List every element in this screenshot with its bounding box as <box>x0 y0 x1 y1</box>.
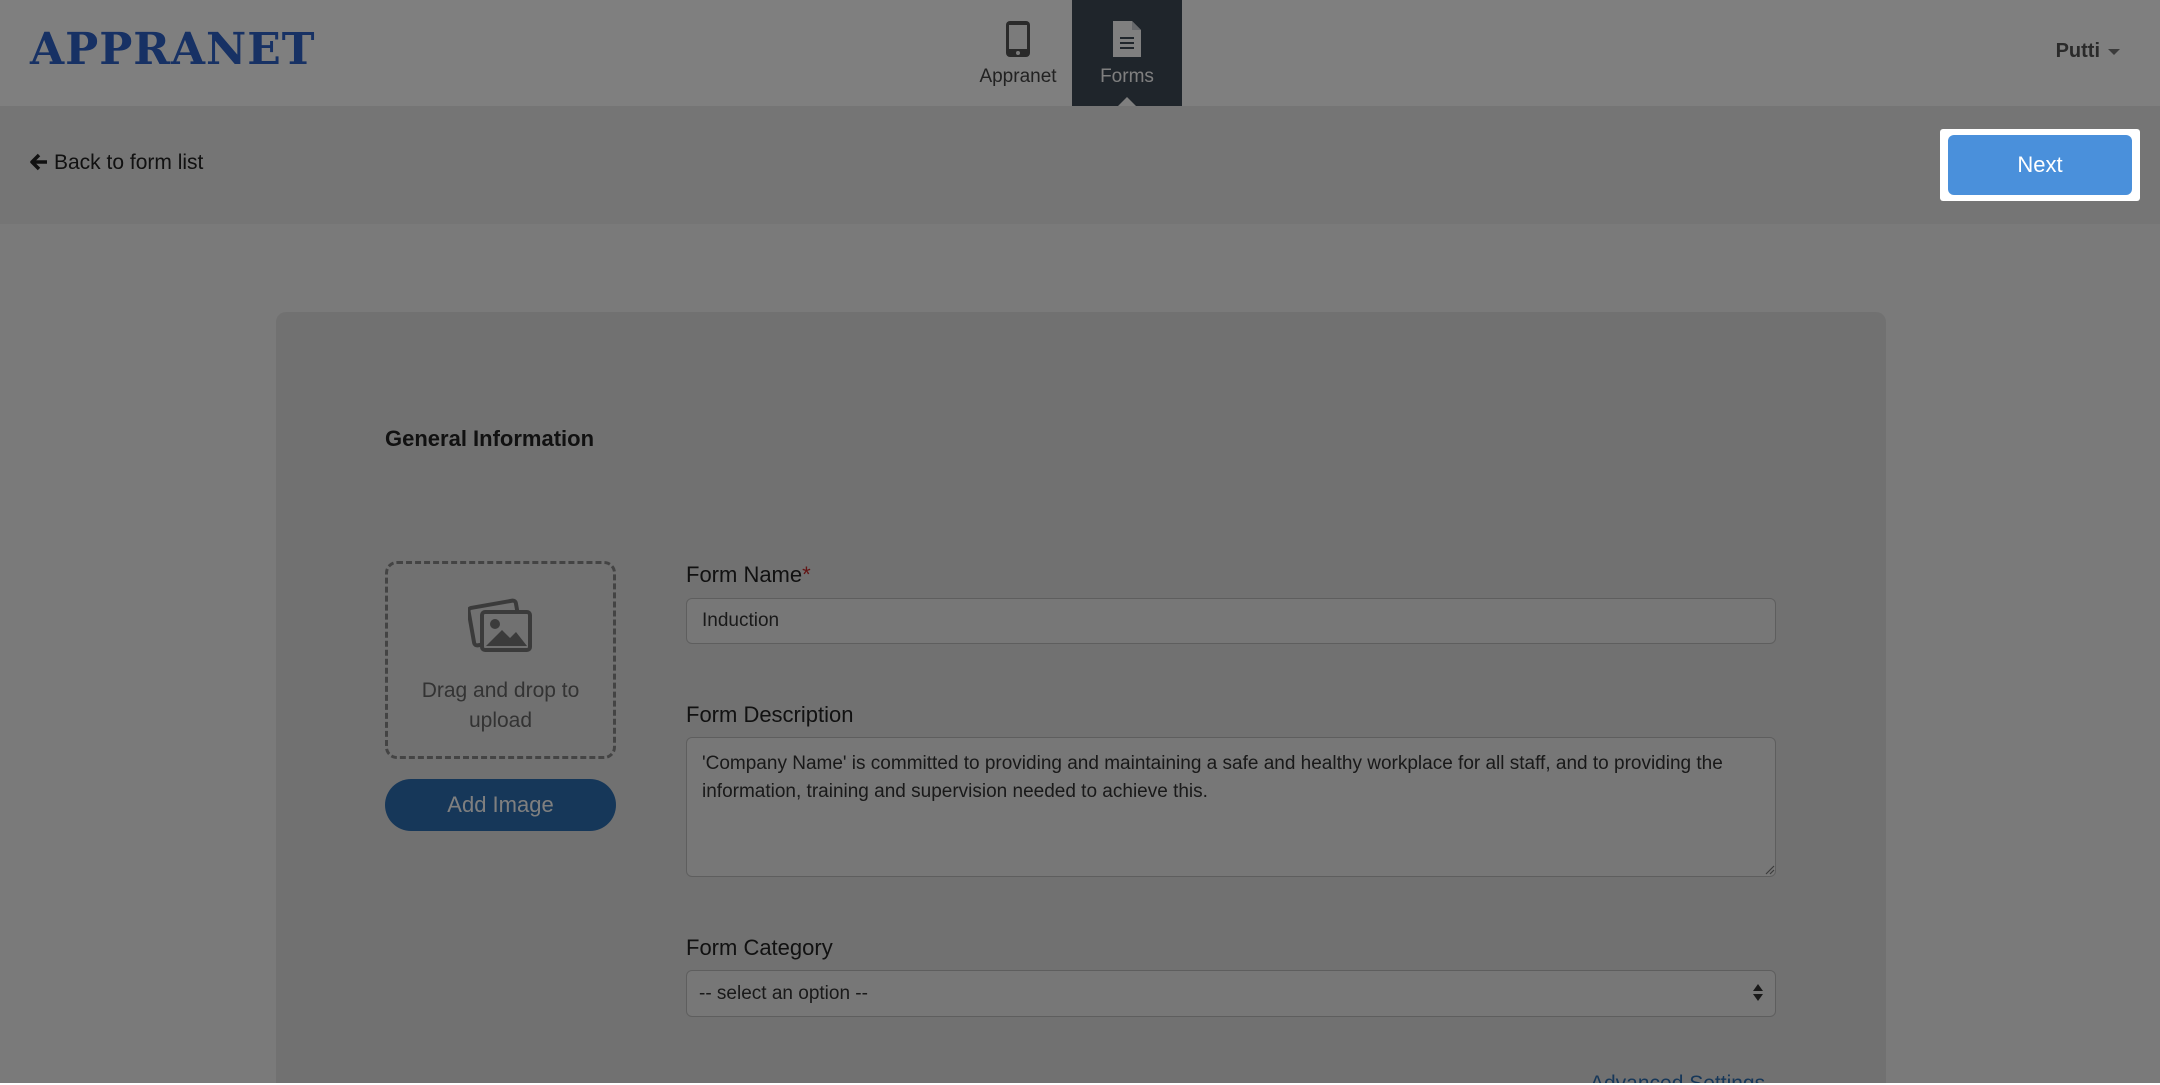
tutorial-overlay <box>0 0 2160 1083</box>
app-viewport: APPRANET Appranet Forms Putti <box>0 0 2160 1083</box>
next-button[interactable]: Next <box>1948 135 2132 195</box>
